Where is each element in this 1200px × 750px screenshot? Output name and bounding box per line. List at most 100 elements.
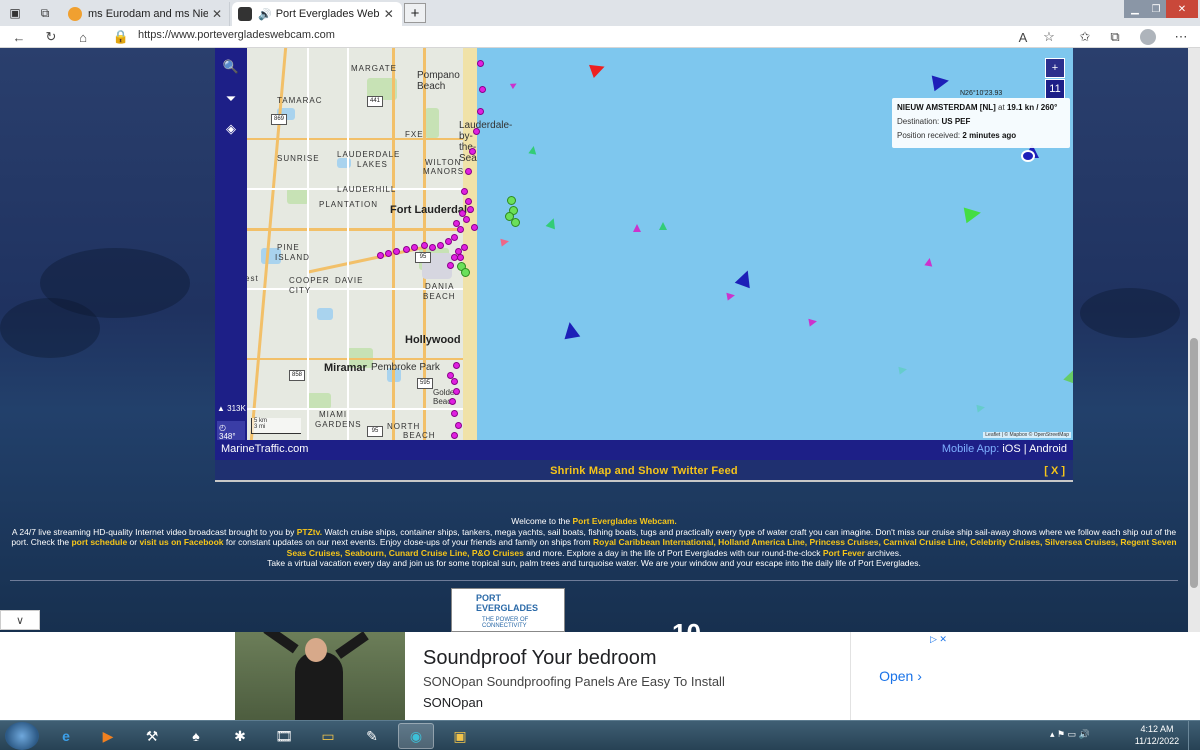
solitaire-icon[interactable]: ♠ — [178, 723, 214, 749]
vessel-marker[interactable] — [469, 148, 476, 155]
vessel-marker[interactable] — [429, 244, 436, 251]
vessel-marker[interactable] — [561, 320, 581, 340]
vessel-marker[interactable] — [451, 378, 458, 385]
vessel-marker[interactable] — [931, 72, 951, 92]
tab-actions-icon[interactable]: ⧉ — [34, 3, 56, 23]
vessel-marker[interactable] — [451, 432, 458, 439]
heading-readout[interactable]: ◴ 348° — [217, 421, 245, 440]
close-tab-icon[interactable]: ✕ — [212, 7, 222, 21]
vessel-marker[interactable] — [447, 372, 454, 379]
edge-icon[interactable]: ◉ — [398, 723, 434, 749]
vessel-marker[interactable] — [808, 317, 818, 327]
vessel-marker[interactable] — [385, 250, 392, 257]
refresh-icon[interactable]: ↻ — [42, 28, 60, 46]
clock[interactable]: 4:12 AM 11/12/2022 — [1132, 723, 1182, 747]
vessel-marker[interactable] — [457, 254, 464, 261]
vessel-marker[interactable] — [509, 80, 519, 90]
vessel-marker[interactable] — [437, 242, 444, 249]
vessel-marker[interactable] — [449, 398, 456, 405]
close-window-icon[interactable]: ✕ — [1166, 0, 1198, 18]
read-aloud-icon[interactable]: A — [1014, 28, 1032, 46]
vessel-marker[interactable] — [445, 238, 452, 245]
vessel-marker[interactable] — [461, 268, 470, 277]
minimize-icon[interactable]: ▁ — [1124, 0, 1146, 18]
port-schedule-link[interactable]: port schedule — [71, 537, 127, 547]
back-icon[interactable]: ← — [10, 28, 28, 46]
marine-traffic-map[interactable]: MARGATE Pompano Beach TAMARAC Lauderdale… — [215, 48, 1073, 440]
vessel-marker[interactable] — [447, 262, 454, 269]
vessel-marker[interactable] — [377, 252, 384, 259]
search-icon[interactable]: 🔍 — [215, 52, 247, 82]
scrollbar-thumb[interactable] — [1190, 338, 1198, 588]
notepad-icon[interactable]: ✎ — [354, 723, 390, 749]
vessel-marker[interactable] — [726, 291, 736, 301]
favorite-icon[interactable]: ☆ — [1040, 28, 1058, 46]
vessel-marker[interactable] — [898, 365, 908, 375]
port-everglades-logo[interactable]: PORT EVERGLADES THE POWER OF CONNECTIVIT… — [451, 588, 565, 632]
folder-icon[interactable]: ▭ — [310, 723, 346, 749]
vessel-marker[interactable] — [477, 108, 484, 115]
vessel-marker[interactable] — [411, 244, 418, 251]
vessel-marker[interactable] — [465, 198, 472, 205]
vessel-marker[interactable] — [976, 403, 986, 413]
vessel-marker[interactable] — [451, 410, 458, 417]
shrink-map-link[interactable]: Shrink Map and Show Twitter Feed — [215, 465, 1073, 477]
home-icon[interactable]: ⌂ — [74, 28, 92, 46]
map-attribution[interactable]: Leaflet | © Mapbox © OpenStreetMap — [983, 432, 1071, 438]
vessel-marker[interactable] — [453, 388, 460, 395]
vessel-marker[interactable] — [1063, 368, 1073, 384]
media-player-icon[interactable]: ▶ — [90, 723, 126, 749]
address-bar[interactable]: https://www.portevergladeswebcam.com — [138, 29, 335, 41]
vessel-marker[interactable] — [473, 128, 480, 135]
new-tab-button[interactable]: + — [404, 3, 426, 23]
window-icon[interactable]: ▣ — [442, 723, 478, 749]
more-icon[interactable]: ⋯ — [1172, 28, 1190, 46]
ie-icon[interactable]: e — [48, 723, 84, 749]
film-icon[interactable]: 🎞 — [266, 723, 302, 749]
facebook-link[interactable]: visit us on Facebook — [139, 537, 223, 547]
close-tab-icon[interactable]: ✕ — [384, 7, 394, 21]
advertisement[interactable]: Soundproof Your bedroom SONOpan Soundpro… — [0, 632, 1200, 720]
show-desktop-button[interactable] — [1188, 721, 1200, 750]
vessel-marker[interactable] — [528, 145, 538, 155]
selected-vessel-marker[interactable] — [1021, 150, 1035, 162]
vessel-marker[interactable] — [659, 222, 667, 230]
collections-icon[interactable]: ⧉ — [1106, 28, 1124, 46]
vessel-marker[interactable] — [465, 168, 472, 175]
vessel-marker[interactable] — [457, 226, 464, 233]
vessel-marker[interactable] — [511, 218, 520, 227]
vessel-marker[interactable] — [924, 257, 934, 267]
vessel-marker[interactable] — [455, 422, 462, 429]
ad-image[interactable] — [235, 632, 405, 720]
start-button[interactable] — [5, 722, 39, 750]
zoom-in-button[interactable]: + — [1045, 58, 1065, 78]
layers-icon[interactable]: ◈ — [215, 114, 247, 144]
vessel-marker[interactable] — [500, 237, 510, 247]
spider-icon[interactable]: ✱ — [222, 723, 258, 749]
profile-avatar[interactable] — [1140, 29, 1156, 45]
tab-port-everglades[interactable]: 🔊 Port Everglades Webcam - A ✕ — [232, 2, 402, 26]
vessel-marker[interactable] — [477, 60, 484, 67]
marinetraffic-link[interactable]: MarineTraffic.com — [221, 443, 308, 455]
vessel-marker[interactable] — [421, 242, 428, 249]
ios-link[interactable]: iOS — [1002, 443, 1020, 455]
window-menu-icon[interactable]: ▣ — [4, 3, 26, 23]
android-link[interactable]: Android — [1029, 443, 1067, 455]
system-tray[interactable]: ▴ ⚑ ▭ 🔊 — [1050, 729, 1090, 740]
vessel-marker[interactable] — [393, 248, 400, 255]
vessel-marker[interactable] — [463, 216, 470, 223]
favorites-icon[interactable]: ✩ — [1076, 28, 1094, 46]
ad-title[interactable]: Soundproof Your bedroom — [423, 647, 657, 670]
app-icon[interactable]: ⚒ — [134, 723, 170, 749]
vessel-marker[interactable] — [479, 86, 486, 93]
ad-open-button[interactable]: Open › — [850, 632, 950, 720]
vessel-marker[interactable] — [461, 188, 468, 195]
vessel-marker[interactable] — [963, 204, 983, 224]
vessel-marker[interactable] — [467, 206, 474, 213]
filter-icon[interactable]: ⏷ — [215, 84, 247, 114]
speaker-icon[interactable]: 🔊 — [258, 8, 272, 21]
collapse-ad-button[interactable]: ∨ — [0, 610, 40, 630]
vessel-marker[interactable] — [461, 244, 468, 251]
port-fever-link[interactable]: Port Fever — [823, 548, 865, 558]
vessel-marker[interactable] — [451, 234, 458, 241]
